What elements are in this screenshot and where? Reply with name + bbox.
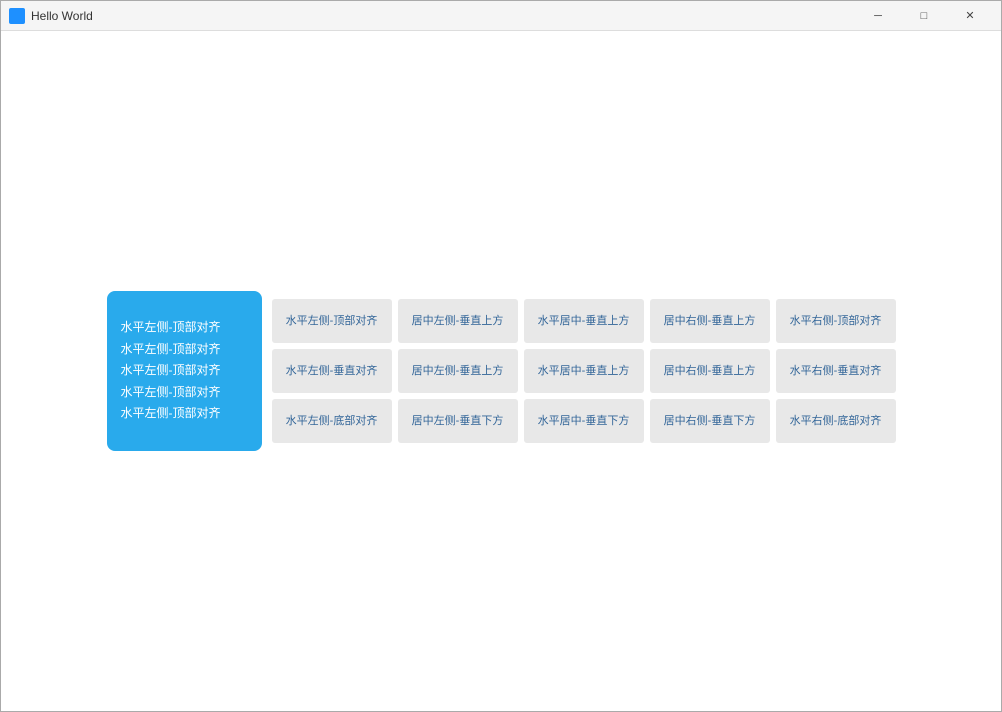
grid-cell-2-0[interactable]: 水平左侧-底部对齐 (272, 399, 392, 443)
titlebar: Hello World ─ □ ✕ (1, 1, 1001, 31)
minimize-button[interactable]: ─ (855, 1, 901, 31)
layout-area: 水平左侧-顶部对齐水平左侧-顶部对齐水平左侧-顶部对齐水平左侧-顶部对齐水平左侧… (107, 291, 896, 451)
grid-cell-2-3[interactable]: 居中右侧-垂直下方 (650, 399, 770, 443)
blue-panel-item-1: 水平左侧-顶部对齐 (121, 339, 248, 361)
grid-area: 水平左侧-顶部对齐居中左侧-垂直上方水平居中-垂直上方居中右侧-垂直上方水平右侧… (272, 299, 896, 443)
grid-cell-2-4[interactable]: 水平右侧-底部对齐 (776, 399, 896, 443)
content-area: 水平左侧-顶部对齐水平左侧-顶部对齐水平左侧-顶部对齐水平左侧-顶部对齐水平左侧… (1, 31, 1001, 711)
grid-cell-2-1[interactable]: 居中左侧-垂直下方 (398, 399, 518, 443)
grid-cell-1-0[interactable]: 水平左侧-垂直对齐 (272, 349, 392, 393)
app-icon (9, 8, 25, 24)
main-window: Hello World ─ □ ✕ 水平左侧-顶部对齐水平左侧-顶部对齐水平左侧… (0, 0, 1002, 712)
grid-cell-1-3[interactable]: 居中右侧-垂直上方 (650, 349, 770, 393)
maximize-button[interactable]: □ (901, 1, 947, 31)
blue-panel-item-0: 水平左侧-顶部对齐 (121, 317, 248, 339)
grid-cell-0-4[interactable]: 水平右侧-顶部对齐 (776, 299, 896, 343)
blue-panel-item-2: 水平左侧-顶部对齐 (121, 360, 248, 382)
grid-cell-0-3[interactable]: 居中右侧-垂直上方 (650, 299, 770, 343)
blue-panel: 水平左侧-顶部对齐水平左侧-顶部对齐水平左侧-顶部对齐水平左侧-顶部对齐水平左侧… (107, 291, 262, 451)
close-button[interactable]: ✕ (947, 1, 993, 31)
grid-cell-0-1[interactable]: 居中左侧-垂直上方 (398, 299, 518, 343)
grid-cell-0-2[interactable]: 水平居中-垂直上方 (524, 299, 644, 343)
blue-panel-item-4: 水平左侧-顶部对齐 (121, 403, 248, 425)
grid-cell-1-4[interactable]: 水平右侧-垂直对齐 (776, 349, 896, 393)
grid-cell-2-2[interactable]: 水平居中-垂直下方 (524, 399, 644, 443)
window-title: Hello World (31, 9, 855, 23)
grid-cell-1-1[interactable]: 居中左侧-垂直上方 (398, 349, 518, 393)
window-controls: ─ □ ✕ (855, 1, 993, 31)
grid-cell-0-0[interactable]: 水平左侧-顶部对齐 (272, 299, 392, 343)
grid-cell-1-2[interactable]: 水平居中-垂直上方 (524, 349, 644, 393)
blue-panel-item-3: 水平左侧-顶部对齐 (121, 382, 248, 404)
